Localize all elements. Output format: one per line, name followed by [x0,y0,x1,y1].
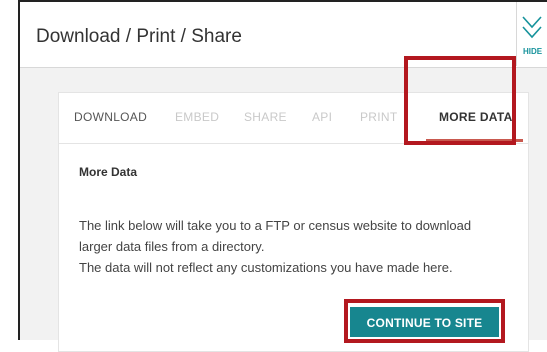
double-chevron-down-icon [522,16,542,39]
tab-embed[interactable]: EMBED [175,110,219,124]
panel-title: Download / Print / Share [36,26,242,47]
description-text: The link below will take you to a FTP or… [79,215,519,278]
tab-api[interactable]: API [312,110,332,124]
download-print-share-panel: Download / Print / Share HIDE DOWNLOAD E… [18,0,547,352]
section-title: More Data [79,165,138,179]
description-line: larger data files from a directory. [79,239,265,254]
hide-button[interactable]: HIDE [516,2,547,66]
tab-print[interactable]: PRINT [360,110,398,124]
description-line: The link below will take you to a FTP or… [79,218,472,233]
continue-to-site-button[interactable]: CONTINUE TO SITE [350,307,499,337]
tab-share[interactable]: SHARE [244,110,287,124]
hide-label: HIDE [522,47,543,56]
tab-highlight-box [404,56,516,145]
tab-download[interactable]: DOWNLOAD [74,110,147,124]
description-line: The data will not reflect any customizat… [79,260,453,275]
